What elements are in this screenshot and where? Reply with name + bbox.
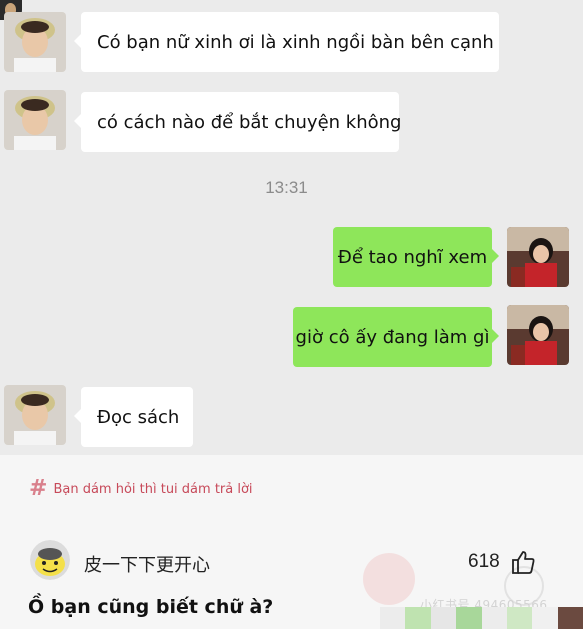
user-avatar-icon[interactable]: [507, 227, 569, 287]
message-bubble[interactable]: có cách nào để bắt chuyện không: [74, 92, 402, 152]
thumbs-up-icon[interactable]: [510, 549, 536, 575]
hashtag-text: Bạn dám hỏi thì tui dám trả lời: [53, 481, 253, 497]
commenter-avatar-icon[interactable]: [30, 540, 70, 580]
message-text: Đọc sách: [97, 406, 180, 428]
friend-avatar-icon[interactable]: [4, 385, 66, 445]
message-bubble[interactable]: giờ cô ấy đang làm gì: [293, 307, 499, 367]
message-bubble[interactable]: Để tao nghĩ xem: [333, 227, 499, 287]
message-text: có cách nào để bắt chuyện không: [97, 111, 402, 133]
chat-area: Có bạn nữ xinh ơi là xinh ngồi bàn bên c…: [0, 0, 583, 455]
message-text: Có bạn nữ xinh ơi là xinh ngồi bàn bên c…: [97, 31, 494, 53]
friend-avatar-icon[interactable]: [4, 12, 66, 72]
chat-timestamp: 13:31: [265, 178, 308, 197]
user-avatar-icon[interactable]: [507, 305, 569, 365]
friend-avatar-icon[interactable]: [4, 90, 66, 150]
hashtag-icon: #: [29, 476, 48, 501]
commenter-username[interactable]: 皮一下下更开心: [84, 551, 210, 577]
message-text: Để tao nghĩ xem: [337, 246, 488, 268]
message-bubble[interactable]: Đọc sách: [74, 387, 193, 447]
message-bubble[interactable]: Có bạn nữ xinh ơi là xinh ngồi bàn bên c…: [74, 12, 499, 72]
decorative-color-strip: [380, 607, 583, 629]
message-text: giờ cô ấy đang làm gì: [295, 326, 490, 348]
watermark-logo-icon: [363, 553, 415, 605]
like-count: 618: [468, 551, 500, 572]
comment-text: Ồ bạn cũng biết chữ à?: [28, 596, 274, 618]
topic-hashtag[interactable]: # Bạn dám hỏi thì tui dám trả lời: [29, 478, 253, 500]
